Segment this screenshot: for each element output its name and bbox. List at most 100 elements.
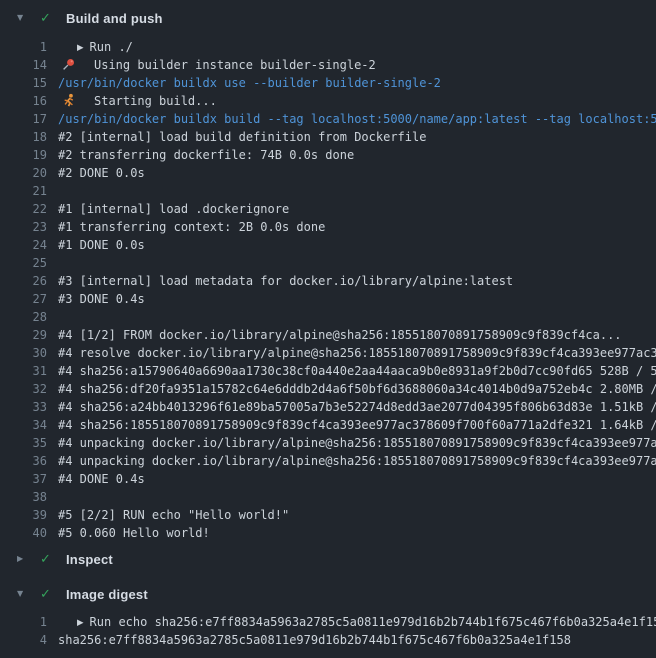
check-icon: ✓ — [40, 11, 54, 26]
line-number[interactable]: 19 — [0, 146, 47, 164]
play-icon[interactable]: ▶ — [77, 39, 84, 56]
log-text: /usr/bin/docker buildx build --tag local… — [58, 110, 656, 128]
check-icon: ✓ — [40, 587, 54, 602]
line-number[interactable]: 22 — [0, 200, 47, 218]
chevron-right-icon[interactable]: ▶ — [17, 546, 27, 572]
line-number[interactable]: 1 — [0, 613, 47, 631]
line-number[interactable]: 15 — [0, 74, 47, 92]
log-line: 28 — [0, 308, 656, 326]
log-text: #4 sha256:a24bb4013296f61e89ba57005a7b3e… — [58, 398, 656, 416]
log-line: 16 Starting build... — [0, 92, 656, 110]
line-number[interactable]: 4 — [0, 631, 47, 649]
check-icon: ✓ — [40, 552, 54, 567]
log-text: #2 transferring dockerfile: 74B 0.0s don… — [58, 146, 656, 164]
runner-icon — [61, 92, 81, 110]
log-text — [58, 254, 656, 272]
pushpin-icon — [61, 56, 81, 74]
log-text: #2 DONE 0.0s — [58, 164, 656, 182]
actions-log-viewer: ▼ ✓ Build and push 1 ▶Run ./ 14 Using bu… — [0, 0, 656, 658]
log-line: 34 #4 sha256:185518070891758909c9f839cf4… — [0, 416, 656, 434]
line-number[interactable]: 38 — [0, 488, 47, 506]
play-icon[interactable]: ▶ — [77, 614, 84, 631]
line-number[interactable]: 23 — [0, 218, 47, 236]
line-number[interactable]: 28 — [0, 308, 47, 326]
section-header-build-and-push[interactable]: ▼ ✓ Build and push — [0, 5, 656, 31]
section-lines: 1 ▶Run echo sha256:e7ff8834a5963a2785c5a… — [0, 613, 656, 649]
line-number[interactable]: 25 — [0, 254, 47, 272]
log-line: 35 #4 unpacking docker.io/library/alpine… — [0, 434, 656, 452]
log-line: 19 #2 transferring dockerfile: 74B 0.0s … — [0, 146, 656, 164]
log-text: #1 DONE 0.0s — [58, 236, 656, 254]
log-text: #4 sha256:df20fa9351a15782c64e6dddb2d4a6… — [58, 380, 656, 398]
log-text: #4 sha256:185518070891758909c9f839cf4ca3… — [58, 416, 656, 434]
log-line: 36 #4 unpacking docker.io/library/alpine… — [0, 452, 656, 470]
log-text: ▶Run echo sha256:e7ff8834a5963a2785c5a08… — [58, 613, 656, 631]
log-line: 32 #4 sha256:df20fa9351a15782c64e6dddb2d… — [0, 380, 656, 398]
log-line: 18 #2 [internal] load build definition f… — [0, 128, 656, 146]
log-line: 17 /usr/bin/docker buildx build --tag lo… — [0, 110, 656, 128]
line-number[interactable]: 36 — [0, 452, 47, 470]
log-text — [58, 308, 656, 326]
line-number[interactable]: 18 — [0, 128, 47, 146]
line-number[interactable]: 33 — [0, 398, 47, 416]
line-number[interactable]: 1 — [0, 38, 47, 56]
line-number[interactable]: 32 — [0, 380, 47, 398]
line-number[interactable]: 30 — [0, 344, 47, 362]
section-title: Image digest — [66, 587, 148, 602]
section-header-inspect[interactable]: ▶ ✓ Inspect — [0, 546, 656, 572]
line-number[interactable]: 37 — [0, 470, 47, 488]
log-text: #5 0.060 Hello world! — [58, 524, 656, 542]
section-title: Inspect — [66, 552, 113, 567]
log-line: 20 #2 DONE 0.0s — [0, 164, 656, 182]
log-text: #3 [internal] load metadata for docker.i… — [58, 272, 656, 290]
log-line: 14 Using builder instance builder-single… — [0, 56, 656, 74]
log-text: #3 DONE 0.4s — [58, 290, 656, 308]
log-text: #4 sha256:a15790640a6690aa1730c38cf0a440… — [58, 362, 656, 380]
line-number[interactable]: 14 — [0, 56, 47, 74]
log-text: #2 [internal] load build definition from… — [58, 128, 656, 146]
log-text: #1 transferring context: 2B 0.0s done — [58, 218, 656, 236]
chevron-down-icon[interactable]: ▼ — [17, 5, 27, 31]
line-number[interactable]: 35 — [0, 434, 47, 452]
line-number[interactable]: 21 — [0, 182, 47, 200]
log-text: #5 [2/2] RUN echo "Hello world!" — [58, 506, 656, 524]
line-number[interactable]: 31 — [0, 362, 47, 380]
line-number[interactable]: 34 — [0, 416, 47, 434]
log-line: 39 #5 [2/2] RUN echo "Hello world!" — [0, 506, 656, 524]
log-line: 24 #1 DONE 0.0s — [0, 236, 656, 254]
line-number[interactable]: 17 — [0, 110, 47, 128]
log-line: 38 — [0, 488, 656, 506]
log-text: #4 DONE 0.4s — [58, 470, 656, 488]
line-number[interactable]: 39 — [0, 506, 47, 524]
log-text: #4 [1/2] FROM docker.io/library/alpine@s… — [58, 326, 656, 344]
log-text: ▶Run ./ — [58, 38, 656, 56]
line-number[interactable]: 20 — [0, 164, 47, 182]
line-number[interactable]: 24 — [0, 236, 47, 254]
log-sections: ▼ ✓ Build and push 1 ▶Run ./ 14 Using bu… — [0, 5, 656, 649]
log-line: 33 #4 sha256:a24bb4013296f61e89ba57005a7… — [0, 398, 656, 416]
log-line: 26 #3 [internal] load metadata for docke… — [0, 272, 656, 290]
line-number[interactable]: 26 — [0, 272, 47, 290]
line-number[interactable]: 16 — [0, 92, 47, 110]
log-line: 31 #4 sha256:a15790640a6690aa1730c38cf0a… — [0, 362, 656, 380]
log-line: 4 sha256:e7ff8834a5963a2785c5a0811e979d1… — [0, 631, 656, 649]
chevron-down-icon[interactable]: ▼ — [17, 581, 27, 607]
log-text: Using builder instance builder-single-2 — [58, 56, 656, 74]
log-text: Starting build... — [58, 92, 656, 110]
log-text: #4 resolve docker.io/library/alpine@sha2… — [58, 344, 656, 362]
section-header-image-digest[interactable]: ▼ ✓ Image digest — [0, 581, 656, 607]
line-number[interactable]: 29 — [0, 326, 47, 344]
log-text: #4 unpacking docker.io/library/alpine@sh… — [58, 434, 656, 452]
log-text — [58, 488, 656, 506]
log-line: 29 #4 [1/2] FROM docker.io/library/alpin… — [0, 326, 656, 344]
log-text: sha256:e7ff8834a5963a2785c5a0811e979d16b… — [58, 631, 656, 649]
log-line: 23 #1 transferring context: 2B 0.0s done — [0, 218, 656, 236]
line-number[interactable]: 40 — [0, 524, 47, 542]
line-number[interactable]: 27 — [0, 290, 47, 308]
log-line: 27 #3 DONE 0.4s — [0, 290, 656, 308]
section-lines: 1 ▶Run ./ 14 Using builder instance buil… — [0, 38, 656, 542]
log-line: 21 — [0, 182, 656, 200]
log-line: 40 #5 0.060 Hello world! — [0, 524, 656, 542]
log-section-build-and-push: ▼ ✓ Build and push 1 ▶Run ./ 14 Using bu… — [0, 5, 656, 542]
log-line: 15 /usr/bin/docker buildx use --builder … — [0, 74, 656, 92]
